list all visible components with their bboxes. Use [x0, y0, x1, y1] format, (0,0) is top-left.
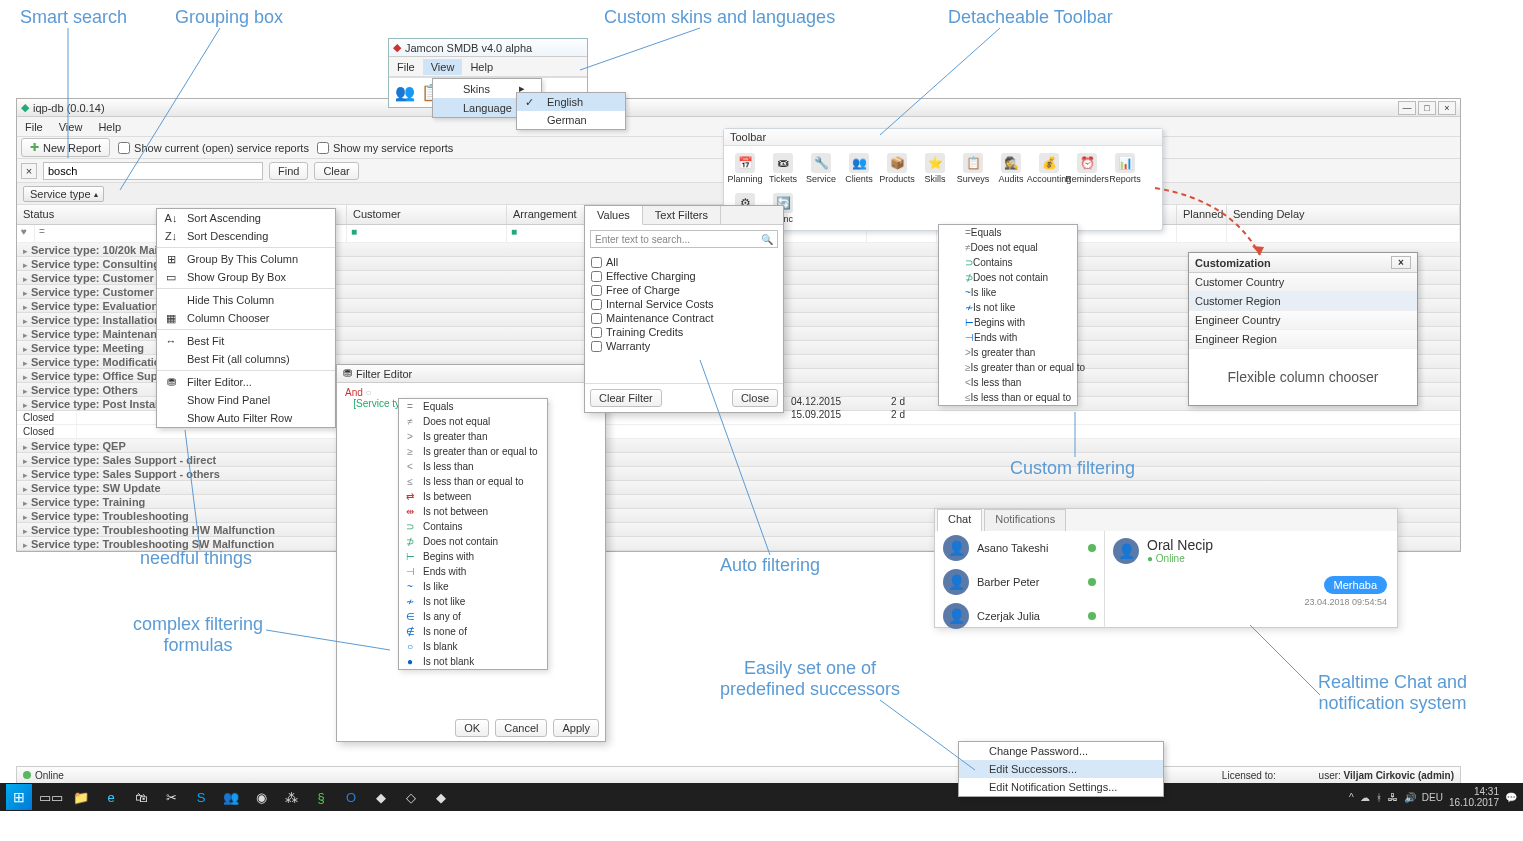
svg-line-2: [580, 28, 700, 70]
svg-line-5: [266, 630, 390, 650]
svg-line-9: [1250, 625, 1320, 695]
svg-line-3: [880, 28, 1000, 135]
svg-marker-10: [1252, 246, 1264, 255]
svg-line-1: [120, 28, 220, 190]
svg-line-8: [880, 700, 975, 770]
svg-line-6: [700, 360, 770, 555]
svg-line-4: [185, 430, 200, 550]
